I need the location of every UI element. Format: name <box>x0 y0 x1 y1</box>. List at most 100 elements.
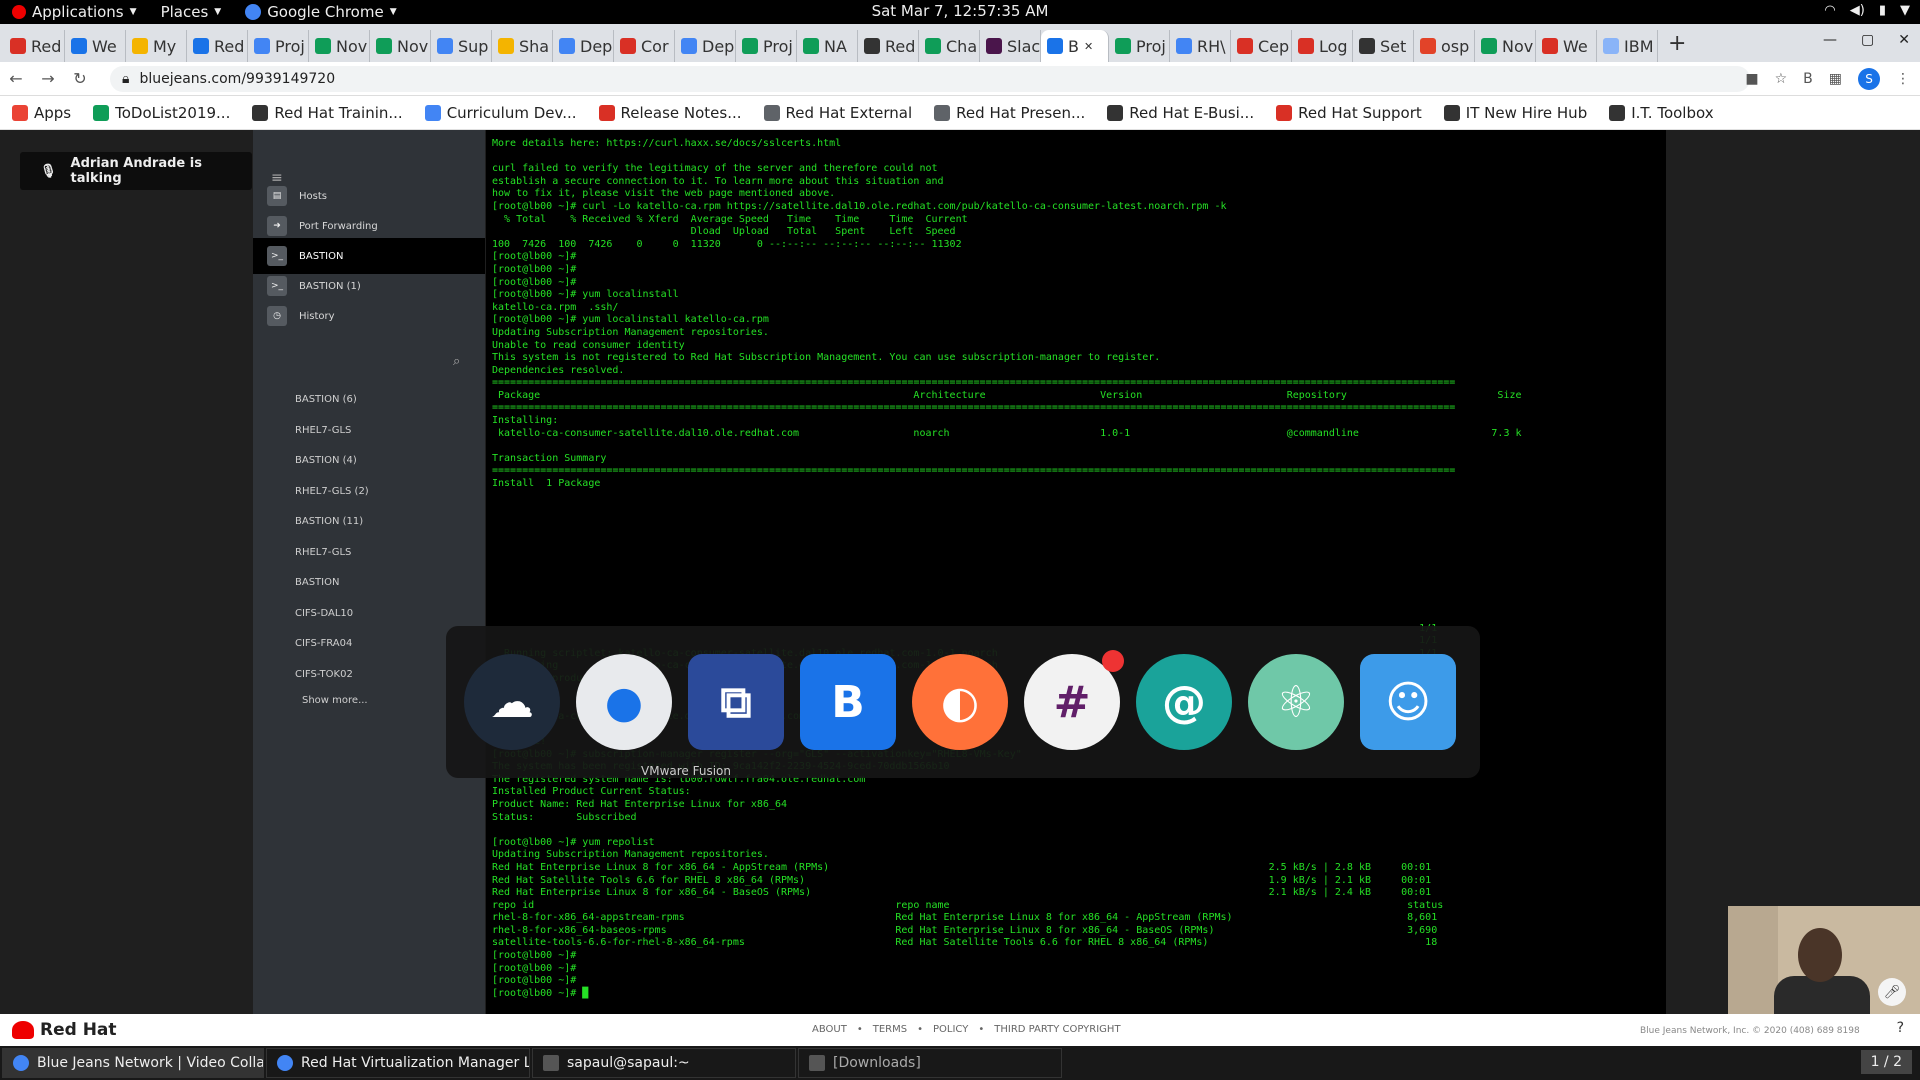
tab-label: Cha <box>946 36 978 56</box>
chrome-app-icon[interactable]: ● <box>576 654 672 750</box>
bookmark-item[interactable]: Apps <box>12 104 71 122</box>
bookmark-item[interactable]: ToDoList2019... <box>93 104 230 122</box>
email-app-icon[interactable]: @ <box>1136 654 1232 750</box>
browser-tab[interactable]: Proj <box>736 30 797 62</box>
browser-tab[interactable]: Cha <box>919 30 980 62</box>
url-bar[interactable]: 🔒︎ bluejeans.com/9939149720 <box>110 66 1750 92</box>
workspace-indicator[interactable]: 1 / 2 <box>1860 1050 1912 1074</box>
footer-link[interactable]: POLICY <box>933 1024 968 1035</box>
browser-tab[interactable]: Sha <box>492 30 553 62</box>
new-tab-button[interactable]: + <box>1668 31 1686 56</box>
tab-label: Red <box>214 36 245 56</box>
bookmark-item[interactable]: Release Notes... <box>598 104 742 122</box>
microphone-toggle-icon[interactable]: 🎤︎ <box>1878 978 1906 1006</box>
applications-menu[interactable]: Applications ▼ <box>0 0 149 24</box>
browser-tab[interactable]: Log <box>1292 30 1353 62</box>
reload-button[interactable]: ↻ <box>64 69 96 88</box>
vmware-fusion-app-icon[interactable]: ⧉ <box>688 654 784 750</box>
history-item[interactable]: CIFS-FRA04 <box>295 638 352 649</box>
browser-tab[interactable]: Red <box>4 30 65 62</box>
maximize-button[interactable]: ▢ <box>1861 32 1874 48</box>
history-item[interactable]: RHEL7-GLS (2) <box>295 486 369 497</box>
bluejeans-app-icon[interactable]: B <box>800 654 896 750</box>
bookmark-item[interactable]: Red Hat External <box>763 104 912 122</box>
places-menu[interactable]: Places ▼ <box>149 0 234 24</box>
history-item[interactable]: BASTION (4) <box>295 455 357 466</box>
taskbar-window-button[interactable]: [Downloads] <box>798 1048 1062 1078</box>
browser-tab[interactable]: Nov <box>1475 30 1536 62</box>
browser-tab[interactable]: Red <box>187 30 248 62</box>
tab-label: We <box>92 36 117 56</box>
browser-tab[interactable]: My <box>126 30 187 62</box>
bookmark-item[interactable]: I.T. Toolbox <box>1609 104 1714 122</box>
taskbar-window-button[interactable]: sapaul@sapaul:~ <box>532 1048 796 1078</box>
browser-tab[interactable]: Nov <box>309 30 370 62</box>
history-item[interactable]: RHEL7-GLS <box>295 425 351 436</box>
slack-app-icon[interactable]: # <box>1024 650 1124 750</box>
system-tray[interactable]: ◠ ◀) ▮ ▼ <box>1824 3 1910 18</box>
footer-link[interactable]: THIRD PARTY COPYRIGHT <box>994 1024 1120 1035</box>
browser-tab[interactable]: Sup <box>431 30 492 62</box>
history-item[interactable]: BASTION <box>295 577 339 588</box>
history-item[interactable]: CIFS-DAL10 <box>295 608 353 619</box>
browser-tab[interactable]: Proj <box>248 30 309 62</box>
more-menu-icon[interactable]: ⋮ <box>1896 71 1910 87</box>
sidebar-item[interactable]: ◷ History <box>253 298 485 334</box>
extension-icon[interactable]: ▦ <box>1829 71 1842 87</box>
video-background <box>1728 906 1778 1014</box>
volume-icon: ◀) <box>1849 3 1865 18</box>
cloud-terminal-app-icon[interactable]: ☁ <box>464 654 560 750</box>
browser-tab[interactable]: RH\ <box>1170 30 1231 62</box>
bookmark-item[interactable]: Red Hat Trainin... <box>252 104 403 122</box>
terminal-window[interactable]: More details here: https://curl.haxx.se/… <box>486 130 1666 1014</box>
browser-tab[interactable]: Set <box>1353 30 1414 62</box>
history-item[interactable]: CIFS-TOK02 <box>295 669 353 680</box>
footer-links: ABOUT • TERMS • POLICY • THIRD PARTY COPYRIGHT <box>812 1024 1121 1035</box>
history-item[interactable]: BASTION (6) <box>295 394 357 405</box>
history-item[interactable]: RHEL7-GLS <box>295 547 351 558</box>
bookmark-item[interactable]: IT New Hire Hub <box>1443 104 1587 122</box>
close-window-button[interactable]: ✕ <box>1898 32 1910 48</box>
extension-icon[interactable]: B <box>1803 71 1813 87</box>
close-tab-icon[interactable]: ✕ <box>1084 40 1093 53</box>
taskbar-window-button[interactable]: Blue Jeans Network | Video Colla... <box>2 1048 264 1078</box>
browser-tab[interactable]: IBM <box>1597 30 1658 62</box>
history-item[interactable]: BASTION (11) <box>295 516 363 527</box>
browser-tab[interactable]: NA <box>797 30 858 62</box>
search-icon[interactable]: ⌕ <box>453 354 460 369</box>
browser-tab[interactable]: B ✕ <box>1041 30 1109 62</box>
atom-app-icon[interactable]: ⚛ <box>1248 654 1344 750</box>
chrome-app-menu[interactable]: Google Chrome ▼ <box>233 0 408 24</box>
help-icon[interactable]: ? <box>1897 1020 1904 1036</box>
clock[interactable]: Sat Mar 7, 12:57:35 AM <box>872 2 1049 20</box>
browser-tab[interactable]: osp <box>1414 30 1475 62</box>
terminal-line: curl failed to verify the legitimacy of … <box>492 163 938 175</box>
browser-tab[interactable]: Dep <box>553 30 614 62</box>
browser-tab[interactable]: Proj <box>1109 30 1170 62</box>
browser-tab[interactable]: Red <box>858 30 919 62</box>
browser-tab[interactable]: Dep <box>675 30 736 62</box>
bookmark-star-icon[interactable]: ☆ <box>1775 71 1788 87</box>
footer-link[interactable]: TERMS <box>873 1024 907 1035</box>
firefox-app-icon[interactable]: ◐ <box>912 654 1008 750</box>
show-more-link[interactable]: Show more... <box>302 695 368 706</box>
finder-app-icon[interactable]: ☺ <box>1360 654 1456 750</box>
footer-link[interactable]: ABOUT <box>812 1024 847 1035</box>
browser-tab[interactable]: Nov <box>370 30 431 62</box>
minimize-button[interactable]: — <box>1823 32 1837 48</box>
bookmark-item[interactable]: Red Hat Support <box>1276 104 1422 122</box>
bookmark-item[interactable]: Curriculum Dev... <box>424 104 577 122</box>
bookmark-item[interactable]: Red Hat Presen... <box>934 104 1085 122</box>
forward-button[interactable]: → <box>32 69 64 88</box>
browser-tab[interactable]: Cor <box>614 30 675 62</box>
tab-favicon-icon <box>742 38 758 54</box>
browser-tab[interactable]: Cep <box>1231 30 1292 62</box>
browser-tab[interactable]: We <box>65 30 126 62</box>
back-button[interactable]: ← <box>0 69 32 88</box>
browser-tab[interactable]: Slac <box>980 30 1041 62</box>
taskbar-window-button[interactable]: Red Hat Virtualization Manager Lo... <box>266 1048 530 1078</box>
profile-avatar[interactable]: S <box>1858 68 1880 90</box>
camera-icon[interactable]: ■ <box>1745 71 1758 87</box>
bookmark-item[interactable]: Red Hat E-Busi... <box>1107 104 1254 122</box>
browser-tab[interactable]: We <box>1536 30 1597 62</box>
